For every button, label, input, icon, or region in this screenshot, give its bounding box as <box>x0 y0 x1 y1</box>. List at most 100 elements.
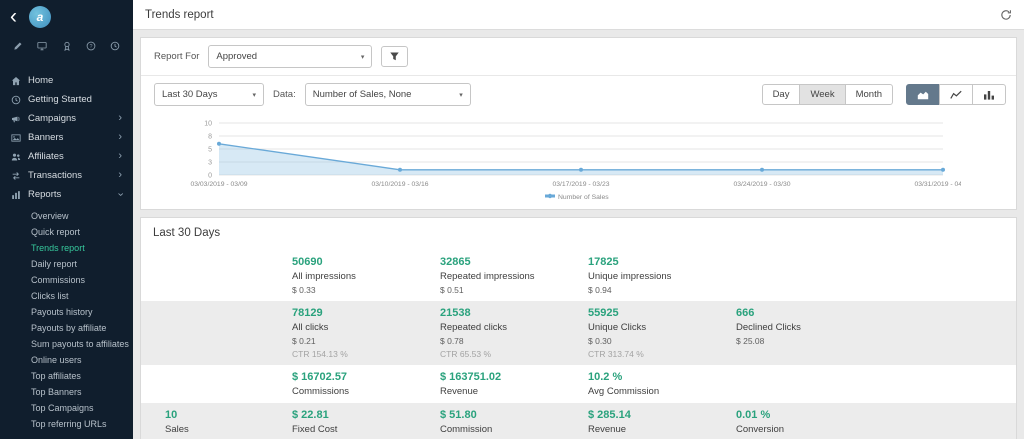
stat-revenue: $ 163751.02Revenue <box>440 371 588 397</box>
stat-commission: $ 51.80Commissionavg $ 5.18 <box>440 409 588 439</box>
filter-button[interactable] <box>381 46 408 67</box>
stat-empty-cell <box>736 256 1006 295</box>
sidebar-subitem-overview[interactable]: Overview <box>0 208 133 224</box>
stat-value: $ 16702.57 <box>292 371 440 384</box>
stat-sales: 10Sales <box>165 409 292 439</box>
chevron-down-icon: ▾ <box>361 53 365 61</box>
chevron-right-icon: › <box>118 170 122 181</box>
chevron-down-icon: › <box>115 193 126 197</box>
stat-value: 50690 <box>292 256 440 269</box>
clock-icon[interactable] <box>110 41 120 51</box>
sidebar-subitem-top-referring-urls[interactable]: Top referring URLs <box>0 416 133 432</box>
view-month-button[interactable]: Month <box>845 84 893 105</box>
users-icon <box>11 152 21 162</box>
stat-subvalue: $ 0.21 <box>292 336 440 346</box>
stat-label: All impressions <box>292 271 440 282</box>
stat-label: Unique Clicks <box>588 322 736 333</box>
sidebar-quick-icons: ? <box>0 32 133 55</box>
stat-label: All clicks <box>292 322 440 333</box>
sidebar-item-transactions[interactable]: Transactions› <box>0 166 133 185</box>
svg-text:03/31/2019 - 04/06: 03/31/2019 - 04/06 <box>914 181 961 188</box>
transfer-icon <box>11 171 21 181</box>
stat-empty-cell <box>165 256 292 295</box>
view-week-button[interactable]: Week <box>799 84 845 105</box>
stat-conversion: 0.01 %Conversion <box>736 409 1006 439</box>
stats-row: 50690All impressions$ 0.3332865Repeated … <box>141 250 1016 301</box>
stat-label: Conversion <box>736 424 1006 435</box>
line-chart-button[interactable] <box>939 84 973 105</box>
report-for-select[interactable]: Approved ▾ <box>208 45 372 68</box>
stat-declined-clicks: 666Declined Clicks$ 25.08 <box>736 307 1006 359</box>
stat-all-impressions: 50690 All impressions $ 0.33 <box>292 256 440 295</box>
stat-value: 78129 <box>292 307 440 320</box>
stat-value: 17825 <box>588 256 736 269</box>
stats-rows: 50690All impressions$ 0.3332865Repeated … <box>141 250 1016 439</box>
refresh-icon[interactable] <box>1000 9 1012 21</box>
data-value: Number of Sales, None <box>313 89 412 100</box>
data-select[interactable]: Number of Sales, None ▾ <box>305 83 471 106</box>
report-filter-row: Report For Approved ▾ <box>141 38 1016 76</box>
stats-title: Last 30 Days <box>141 218 1016 250</box>
chart-controls-row: Last 30 Days ▾ Data: Number of Sales, No… <box>141 76 1016 113</box>
sidebar-item-affiliates[interactable]: Affiliates› <box>0 147 133 166</box>
sidebar-subitem-top-campaigns[interactable]: Top Campaigns <box>0 400 133 416</box>
sidebar-subitem-daily-report[interactable]: Daily report <box>0 256 133 272</box>
sidebar-subitem-payouts-by-affiliate[interactable]: Payouts by affiliate <box>0 320 133 336</box>
back-chevron-icon[interactable]: ‹ <box>8 8 19 26</box>
sidebar-subitem-trends-report[interactable]: Trends report <box>0 240 133 256</box>
sidebar-item-campaigns[interactable]: Campaigns› <box>0 109 133 128</box>
stat-value: $ 22.81 <box>292 409 440 422</box>
sidebar-header: ‹ a <box>0 0 133 32</box>
view-day-button[interactable]: Day <box>762 84 801 105</box>
monitor-icon[interactable] <box>37 41 47 51</box>
stat-repeated-clicks: 21538Repeated clicks$ 0.78CTR 65.53 % <box>440 307 588 359</box>
chevron-right-icon: › <box>118 113 122 124</box>
stats-row: $ 16702.57Commissions$ 163751.02Revenue1… <box>141 365 1016 403</box>
stat-subvalue: $ 0.30 <box>588 336 736 346</box>
chart-icon <box>11 190 21 200</box>
sidebar: ‹ a ? HomeGetting StartedCampaigns›Banne… <box>0 0 133 439</box>
sidebar-subitem-sum-payouts-to-affiliates[interactable]: Sum payouts to affiliates <box>0 336 133 352</box>
sidebar-item-getting-started[interactable]: Getting Started <box>0 90 133 109</box>
stat-label: Declined Clicks <box>736 322 1006 333</box>
svg-text:3: 3 <box>208 160 212 167</box>
area-chart-button[interactable] <box>906 84 940 105</box>
stat-empty-cell <box>165 307 292 359</box>
app-logo[interactable]: a <box>29 6 51 28</box>
stat-subvalue: $ 0.78 <box>440 336 588 346</box>
stat-label: Repeated clicks <box>440 322 588 333</box>
sidebar-subitem-payouts-history[interactable]: Payouts history <box>0 304 133 320</box>
megaphone-icon <box>11 114 21 124</box>
trends-chart: 10853003/03/2019 - 03/0903/10/2019 - 03/… <box>149 115 961 207</box>
stat-subvalue: $ 0.33 <box>292 285 440 295</box>
stat-label: Avg Commission <box>588 386 736 397</box>
sidebar-item-home[interactable]: Home <box>0 71 133 90</box>
stat-label: Repeated impressions <box>440 271 588 282</box>
period-value: Last 30 Days <box>162 89 217 100</box>
filters-card: Report For Approved ▾ Last 30 Days ▾ <box>140 37 1017 210</box>
award-icon[interactable] <box>62 41 72 51</box>
sidebar-subitem-clicks-list[interactable]: Clicks list <box>0 288 133 304</box>
svg-text:?: ? <box>89 44 92 50</box>
sidebar-item-banners[interactable]: Banners› <box>0 128 133 147</box>
period-select[interactable]: Last 30 Days ▾ <box>154 83 264 106</box>
view-toggle-group: DayWeekMonth <box>762 84 893 105</box>
chevron-right-icon: › <box>118 151 122 162</box>
help-icon[interactable]: ? <box>86 41 96 51</box>
sidebar-subitem-commissions[interactable]: Commissions <box>0 272 133 288</box>
sidebar-subitem-top-affiliates[interactable]: Top affiliates <box>0 368 133 384</box>
chevron-down-icon: ▾ <box>252 91 256 99</box>
stat-subvalue: CTR 154.13 % <box>292 349 440 359</box>
sidebar-subitem-top-banners[interactable]: Top Banners <box>0 384 133 400</box>
bar-chart-button[interactable] <box>972 84 1006 105</box>
app-root: ‹ a ? HomeGetting StartedCampaigns›Banne… <box>0 0 1024 439</box>
sidebar-subitem-quick-report[interactable]: Quick report <box>0 224 133 240</box>
sidebar-item-reports[interactable]: Reports› <box>0 185 133 204</box>
stat-revenue: $ 285.14Revenueavg $ 28.51 <box>588 409 736 439</box>
pencil-icon[interactable] <box>13 41 23 51</box>
stat-label: Commissions <box>292 386 440 397</box>
sidebar-subitem-online-users[interactable]: Online users <box>0 352 133 368</box>
stat-subvalue: CTR 313.74 % <box>588 349 736 359</box>
clock-icon <box>11 95 21 105</box>
stat-empty-cell <box>165 371 292 397</box>
